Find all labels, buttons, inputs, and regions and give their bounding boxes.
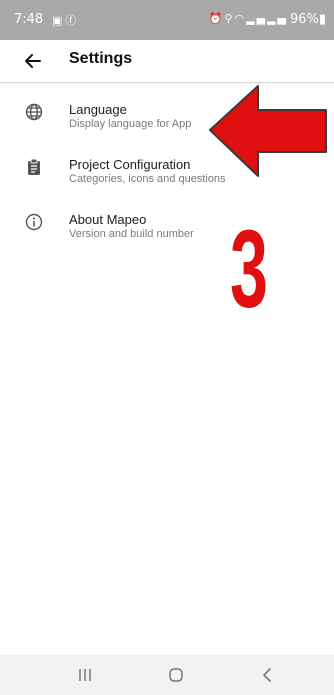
settings-item-about[interactable]: About Mapeo Version and build number	[0, 202, 334, 250]
recent-apps-button[interactable]	[70, 663, 100, 687]
wifi-icon: ◠	[234, 12, 247, 25]
home-icon	[169, 668, 183, 682]
status-bar: 7:48 ▣ⓕ ⏰⚲◠▂▄▂▄ 96%▮	[0, 0, 334, 40]
annotation-number: 3	[230, 208, 268, 331]
system-nav-bar	[0, 655, 334, 695]
back-icon	[263, 668, 271, 682]
arrow-left-icon	[25, 54, 41, 68]
settings-item-title: About Mapeo	[69, 212, 147, 227]
annotation-arrow-icon	[209, 85, 327, 177]
facebook-icon: ⓕ	[65, 14, 80, 27]
signal-icon: ▂▄	[246, 12, 268, 25]
app-bar: Settings	[0, 40, 334, 83]
back-button[interactable]	[18, 46, 48, 76]
info-icon	[25, 213, 43, 231]
page-title: Settings	[69, 50, 133, 67]
status-left-icons: ▣ⓕ	[52, 12, 79, 28]
status-time: 7:48	[14, 12, 44, 27]
recent-apps-icon	[79, 669, 91, 681]
settings-item-title: Language	[69, 102, 127, 117]
settings-item-subtitle: Version and build number	[69, 228, 194, 240]
home-button[interactable]	[161, 663, 191, 687]
battery-level: 96%▮	[289, 12, 326, 27]
image-notification-icon: ▣	[52, 14, 66, 27]
globe-icon	[25, 103, 43, 121]
signal-icon: ▂▄	[267, 12, 288, 25]
clipboard-icon	[28, 158, 40, 175]
settings-item-subtitle: Display language for App	[69, 118, 192, 130]
location-icon: ⚲	[224, 12, 235, 25]
system-back-button[interactable]	[252, 663, 282, 687]
alarm-icon: ⏰	[208, 12, 225, 25]
status-right-icons: ⏰⚲◠▂▄▂▄	[209, 12, 288, 25]
settings-item-subtitle: Categories, icons and questions	[69, 173, 226, 185]
settings-item-title: Project Configuration	[69, 157, 191, 172]
